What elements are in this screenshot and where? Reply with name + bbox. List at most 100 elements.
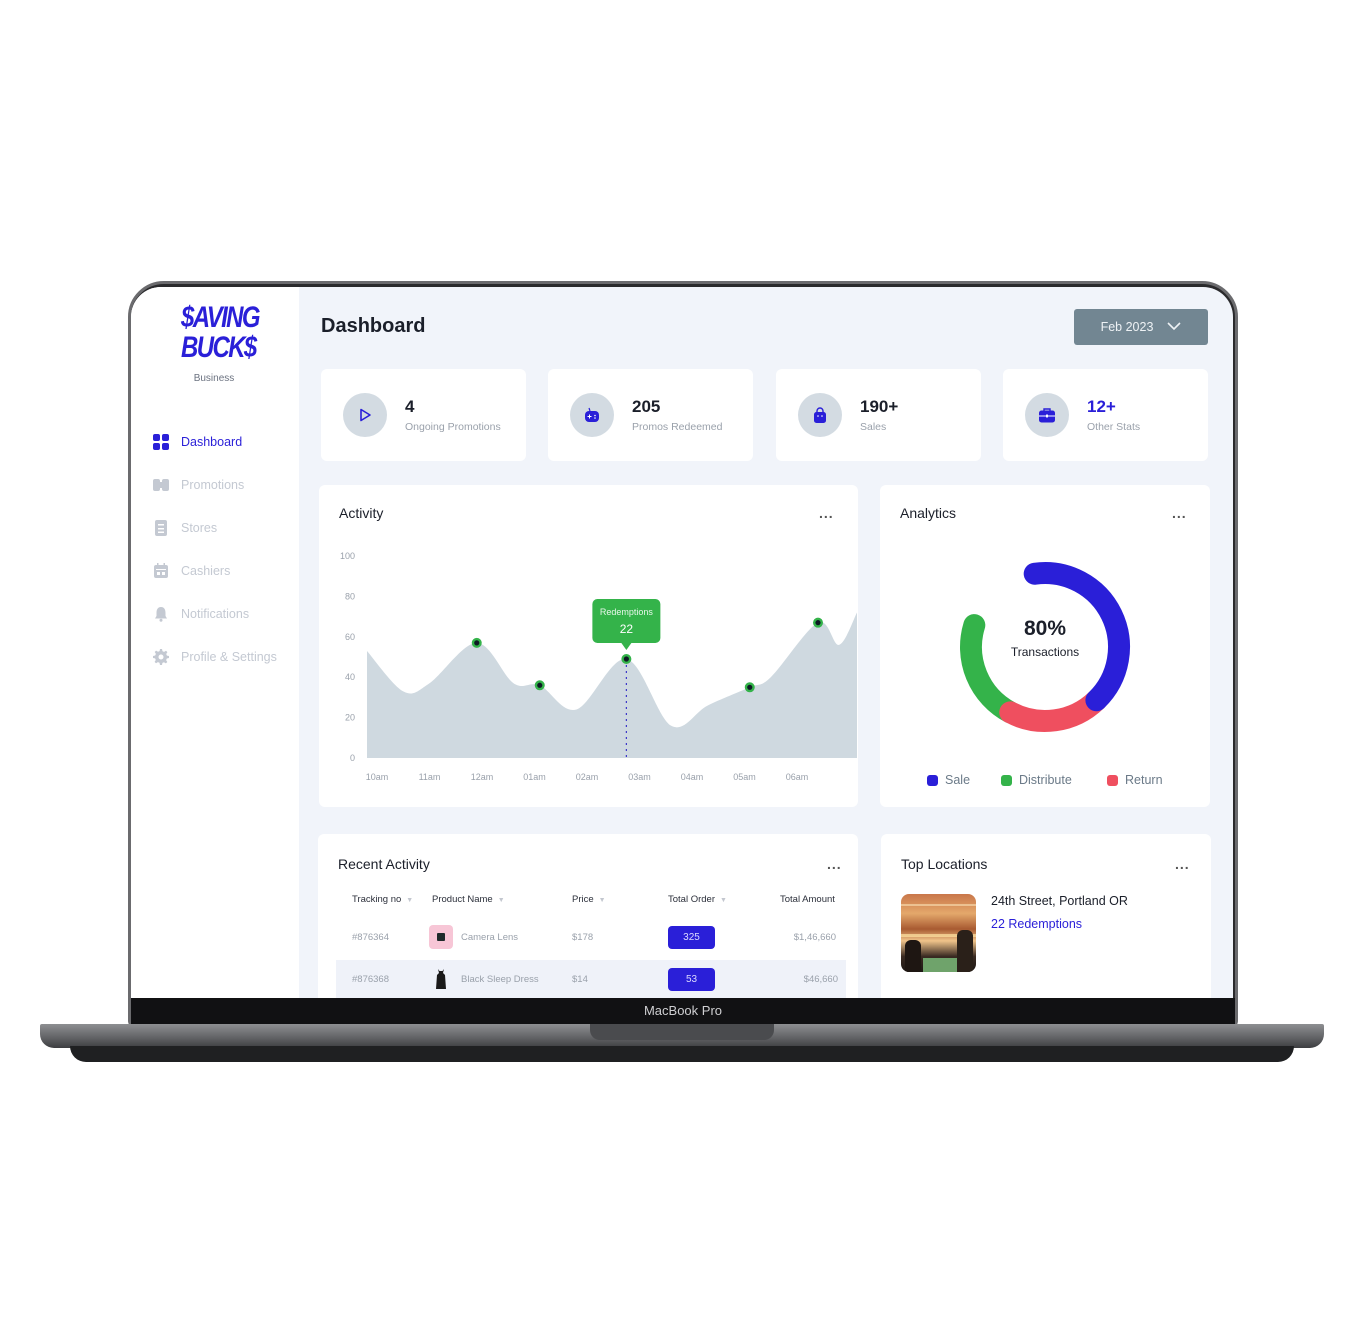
data-point-marker-core bbox=[537, 682, 543, 688]
laptop-base-foot bbox=[70, 1046, 1294, 1062]
column-header-product[interactable]: Product Name ▼ bbox=[432, 894, 505, 905]
sidebar-nav: Dashboard Promotions Stores Cashiers Not… bbox=[153, 420, 277, 678]
brand-line-1: $AVING bbox=[181, 301, 261, 334]
sidebar-item-notifications[interactable]: Notifications bbox=[153, 592, 277, 635]
recent-activity-title: Recent Activity bbox=[338, 856, 430, 872]
cell-total-amount: $46,660 bbox=[803, 974, 838, 985]
sort-icon: ▼ bbox=[598, 897, 606, 904]
tooltip-value: 22 bbox=[620, 622, 634, 636]
cell-tracking: #876364 bbox=[352, 932, 389, 943]
laptop-chin: MacBook Pro bbox=[131, 998, 1235, 1024]
tooltip-pointer bbox=[621, 643, 632, 651]
x-tick-label: 06am bbox=[786, 772, 809, 782]
sidebar-item-promotions[interactable]: Promotions bbox=[153, 463, 277, 506]
column-header-total-order[interactable]: Total Order ▼ bbox=[668, 894, 727, 905]
cell-total-order-badge[interactable]: 325 bbox=[668, 926, 715, 949]
legend-swatch bbox=[1107, 774, 1118, 786]
y-tick-label: 60 bbox=[345, 632, 355, 642]
x-tick-label: 02am bbox=[576, 772, 599, 782]
stat-card-ongoing-promotions[interactable]: 4 Ongoing Promotions bbox=[321, 369, 526, 461]
x-tick-label: 01am bbox=[523, 772, 546, 782]
column-header-total-amount[interactable]: Total Amount bbox=[780, 894, 835, 905]
legend-item-distribute: Distribute bbox=[1001, 773, 1072, 787]
column-header-label: Price bbox=[572, 894, 594, 905]
cell-total-amount: $1,46,660 bbox=[793, 932, 836, 943]
dress-thumbnail bbox=[429, 967, 453, 991]
stat-card-other-stats[interactable]: 12+ Other Stats bbox=[1003, 369, 1208, 461]
device-label: MacBook Pro bbox=[643, 1003, 723, 1018]
tooltip-box bbox=[592, 599, 661, 644]
stat-label: Sales bbox=[860, 421, 887, 433]
stat-card-sales[interactable]: 190+ Sales bbox=[776, 369, 981, 461]
sort-icon: ▼ bbox=[406, 897, 414, 904]
brand-line-2: BUCK$ bbox=[181, 331, 257, 364]
sidebar-item-label: Cashiers bbox=[181, 563, 231, 578]
recent-activity-more-button[interactable]: ... bbox=[827, 856, 842, 872]
sidebar-item-label: Notifications bbox=[181, 606, 250, 621]
x-tick-label: 04am bbox=[681, 772, 704, 782]
stat-label: Ongoing Promotions bbox=[405, 421, 501, 433]
column-header-label: Tracking no bbox=[352, 894, 402, 905]
gamepad-icon bbox=[570, 393, 614, 437]
x-tick-label: 05am bbox=[733, 772, 756, 782]
stat-value: 12+ bbox=[1087, 397, 1116, 416]
location-name[interactable]: 24th Street, Portland OR bbox=[991, 894, 1128, 908]
briefcase-icon bbox=[1025, 393, 1069, 437]
donut-center-label: Transactions bbox=[1010, 645, 1080, 659]
chevron-down-icon bbox=[1167, 320, 1181, 334]
top-locations-more-button[interactable]: ... bbox=[1175, 856, 1190, 872]
cell-total-order-badge[interactable]: 53 bbox=[668, 968, 715, 991]
sidebar-item-label: Profile & Settings bbox=[181, 649, 277, 664]
table-row[interactable]: #876368 Black Sleep Dress $14 53 $46,660 bbox=[336, 960, 846, 998]
sort-icon: ▼ bbox=[720, 897, 727, 904]
cell-product: Camera Lens bbox=[461, 932, 519, 943]
legend-label: Sale bbox=[945, 773, 971, 787]
sidebar-item-dashboard[interactable]: Dashboard bbox=[153, 420, 277, 463]
stores-icon bbox=[153, 519, 169, 536]
stat-card-promos-redeemed[interactable]: 205 Promos Redeemed bbox=[548, 369, 753, 461]
calendar-icon bbox=[153, 562, 169, 579]
bell-icon bbox=[153, 606, 169, 622]
camera-lens-thumbnail bbox=[429, 925, 453, 949]
sidebar-item-cashiers[interactable]: Cashiers bbox=[153, 549, 277, 592]
column-header-label: Product Name bbox=[432, 894, 493, 905]
y-tick-label: 40 bbox=[345, 672, 355, 682]
top-locations-title: Top Locations bbox=[901, 856, 988, 872]
page-title: Dashboard bbox=[321, 315, 426, 337]
cell-price: $14 bbox=[572, 974, 588, 985]
column-header-price[interactable]: Price ▼ bbox=[572, 894, 606, 905]
y-tick-label: 100 bbox=[340, 551, 355, 561]
brand-logo[interactable]: $AVING BUCK$ bbox=[181, 301, 261, 364]
sidebar-item-profile-settings[interactable]: Profile & Settings bbox=[153, 635, 277, 678]
column-header-tracking[interactable]: Tracking no ▼ bbox=[352, 894, 413, 905]
y-tick-label: 20 bbox=[345, 713, 355, 723]
location-photo[interactable] bbox=[901, 894, 976, 972]
y-tick-label: 0 bbox=[350, 753, 355, 763]
cell-price: $178 bbox=[572, 932, 594, 943]
cell-product: Black Sleep Dress bbox=[461, 974, 539, 985]
sidebar: $AVING BUCK$ Business Dashboard Promotio… bbox=[131, 287, 299, 998]
legend-label: Distribute bbox=[1019, 773, 1072, 787]
table-row[interactable]: #876364 Camera Lens $178 325 $1,46,660 bbox=[336, 918, 846, 958]
recent-activity-card: Recent Activity ... Tracking no ▼ Product… bbox=[318, 834, 858, 998]
play-icon bbox=[343, 393, 387, 437]
sidebar-item-label: Dashboard bbox=[181, 434, 243, 449]
data-point-marker-core bbox=[474, 640, 480, 646]
cell-tracking: #876368 bbox=[352, 974, 389, 985]
sidebar-item-stores[interactable]: Stores bbox=[153, 506, 277, 549]
stat-value: 190+ bbox=[860, 397, 899, 416]
legend-item-return: Return bbox=[1107, 773, 1163, 787]
date-select[interactable]: Feb 2023 bbox=[1074, 309, 1208, 345]
x-tick-label: 03am bbox=[628, 772, 651, 782]
stat-value: 4 bbox=[405, 397, 415, 416]
x-tick-label: 12am bbox=[471, 772, 494, 782]
y-tick-label: 80 bbox=[345, 591, 355, 601]
bag-icon bbox=[798, 393, 842, 437]
top-locations-card: Top Locations ... 24th Street, Portland … bbox=[881, 834, 1211, 998]
stat-label: Promos Redeemed bbox=[632, 421, 723, 433]
main-content: Dashboard Feb 2023 4 Ongoing Promotions … bbox=[299, 287, 1233, 998]
promotions-icon bbox=[153, 477, 169, 493]
stat-label: Other Stats bbox=[1087, 421, 1141, 433]
legend-item-sale: Sale bbox=[927, 773, 970, 787]
activity-chart: 0 20 40 60 80 100 10am 11am 12am 01am 02am 03am 04am… bbox=[340, 551, 857, 782]
